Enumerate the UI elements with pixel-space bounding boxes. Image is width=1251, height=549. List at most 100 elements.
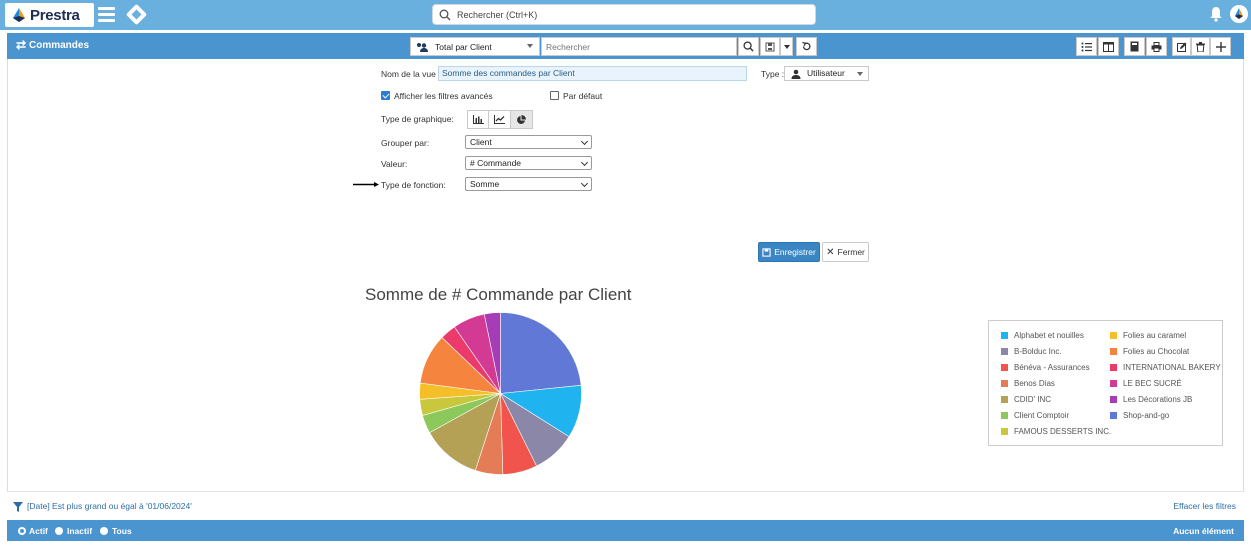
legend-label: INTERNATIONAL BAKERY — [1123, 363, 1221, 372]
plus-icon — [1215, 41, 1226, 52]
legend-swatch — [1001, 380, 1008, 387]
all-radio[interactable] — [100, 527, 108, 535]
active-filter-text[interactable]: [Date] Est plus grand ou égal à '01/06/2… — [27, 501, 192, 511]
prestra-logo-icon — [13, 8, 25, 22]
close-button[interactable]: ✕ Fermer — [822, 242, 869, 262]
chevron-down-icon — [580, 158, 589, 167]
users-icon — [417, 42, 428, 52]
pointer-arrow-icon — [353, 182, 379, 187]
default-checkbox[interactable] — [550, 91, 559, 100]
legend-item[interactable]: Shop-and-go — [1110, 411, 1169, 420]
brand-logo[interactable]: Prestra — [5, 3, 94, 27]
chevron-down-icon — [527, 44, 533, 48]
refresh-button[interactable] — [796, 37, 817, 56]
global-search-input[interactable]: Rechercher (Ctrl+K) — [432, 4, 816, 25]
function-type-select[interactable]: Somme — [465, 177, 592, 191]
add-button[interactable] — [1210, 37, 1231, 56]
chart-type-label: Type de graphique: — [381, 114, 454, 124]
record-count: Aucun élément — [1173, 526, 1234, 536]
legend-item[interactable]: LE BEC SUCRÉ — [1110, 379, 1182, 388]
legend-label: Les Décorations JB — [1123, 395, 1193, 404]
print-button[interactable] — [1146, 37, 1167, 56]
legend-item[interactable]: Les Décorations JB — [1110, 395, 1192, 404]
top-bar: Prestra Rechercher (Ctrl+K) — [0, 0, 1251, 30]
menu-icon[interactable] — [98, 7, 115, 22]
notification-bell-icon[interactable] — [1209, 6, 1223, 22]
save-view-button[interactable] — [760, 37, 780, 56]
search-button[interactable] — [738, 37, 759, 56]
save-options-dropdown[interactable] — [780, 37, 793, 56]
legend-item[interactable]: Alphabet et nouilles — [1001, 331, 1084, 340]
legend-label: CDID' INC — [1014, 395, 1052, 404]
search-icon — [743, 41, 754, 52]
group-by-value: Client — [470, 137, 492, 147]
save-button[interactable]: Enregistrer — [758, 242, 820, 262]
legend-item[interactable]: FAMOUS DESSERTS INC. — [1001, 427, 1111, 436]
pie-chart-button[interactable] — [510, 111, 532, 128]
search-icon — [439, 9, 451, 20]
save-button-label: Enregistrer — [774, 247, 816, 257]
chart-legend: Alphabet et nouilles B-Bolduc Inc. Bénéva … — [988, 320, 1223, 446]
function-type-value: Somme — [470, 179, 500, 189]
bar-chart-button[interactable] — [468, 111, 490, 128]
legend-label: Folies au Chocolat — [1123, 347, 1190, 356]
line-chart-button[interactable] — [489, 111, 511, 128]
legend-item[interactable]: Client Comptoir — [1001, 411, 1069, 420]
legend-item[interactable]: Benos Dias — [1001, 379, 1055, 388]
legend-swatch — [1001, 332, 1008, 339]
legend-swatch — [1110, 348, 1117, 355]
legend-item[interactable]: B-Bolduc Inc. — [1001, 347, 1062, 356]
status-bar: Actif Inactif Tous Aucun élément — [7, 520, 1244, 541]
columns-icon — [1103, 41, 1114, 52]
inactive-radio-label: Inactif — [67, 526, 93, 536]
pie-slice-shop-and-go[interactable] — [500, 312, 582, 394]
value-label: Valeur: — [381, 159, 408, 169]
legend-item[interactable]: Folies au caramel — [1110, 331, 1186, 340]
legend-swatch — [1110, 364, 1117, 371]
legend-item[interactable]: Bénéva - Assurances — [1001, 363, 1090, 372]
view-name-label: Nom de la vue : — [381, 69, 441, 79]
book-icon — [1130, 41, 1139, 52]
view-selector[interactable]: Total par Client — [410, 37, 540, 56]
clear-filters-link[interactable]: Effacer les filtres — [1173, 501, 1236, 511]
list-search-input[interactable] — [541, 37, 737, 56]
edit-icon — [1176, 42, 1186, 52]
close-icon: ✕ — [826, 246, 835, 258]
user-avatar[interactable] — [1230, 5, 1248, 23]
advanced-filters-label: Afficher les filtres avancés — [394, 91, 493, 101]
delete-button[interactable] — [1191, 37, 1210, 56]
chart-type-toggle — [467, 110, 533, 129]
edit-button[interactable] — [1172, 37, 1191, 56]
legend-label: Client Comptoir — [1014, 411, 1070, 420]
trash-icon — [1196, 41, 1205, 52]
chevron-down-icon — [783, 44, 790, 49]
view-name-input[interactable]: Somme des commandes par Client — [438, 66, 747, 81]
save-icon — [765, 42, 775, 51]
pie-chart-icon — [517, 114, 527, 124]
active-radio-label: Actif — [29, 526, 48, 536]
view-selector-label: Total par Client — [435, 41, 492, 52]
line-chart-icon — [494, 115, 506, 124]
apps-diamond-icon[interactable] — [125, 3, 148, 26]
legend-item[interactable]: Folies au Chocolat — [1110, 347, 1189, 356]
type-label: Type : — [761, 69, 785, 79]
group-by-select[interactable]: Client — [465, 135, 592, 149]
filter-icon — [13, 502, 23, 512]
bar-chart-icon — [472, 115, 484, 124]
type-select[interactable]: Utilisateur — [784, 66, 869, 81]
legend-label: B-Bolduc Inc. — [1014, 347, 1062, 356]
legend-swatch — [1001, 396, 1008, 403]
legend-swatch — [1001, 364, 1008, 371]
function-type-label: Type de fonction: — [381, 180, 446, 190]
value-select[interactable]: # Commande — [465, 156, 592, 170]
advanced-filters-checkbox[interactable] — [381, 91, 390, 100]
report-button[interactable] — [1124, 37, 1145, 56]
legend-swatch — [1001, 428, 1008, 435]
inactive-radio[interactable] — [55, 527, 63, 535]
legend-item[interactable]: INTERNATIONAL BAKERY — [1110, 363, 1221, 372]
list-view-button[interactable] — [1076, 37, 1097, 56]
legend-swatch — [1110, 380, 1117, 387]
columns-view-button[interactable] — [1098, 37, 1119, 56]
legend-item[interactable]: CDID' INC — [1001, 395, 1051, 404]
active-radio[interactable] — [18, 527, 26, 535]
